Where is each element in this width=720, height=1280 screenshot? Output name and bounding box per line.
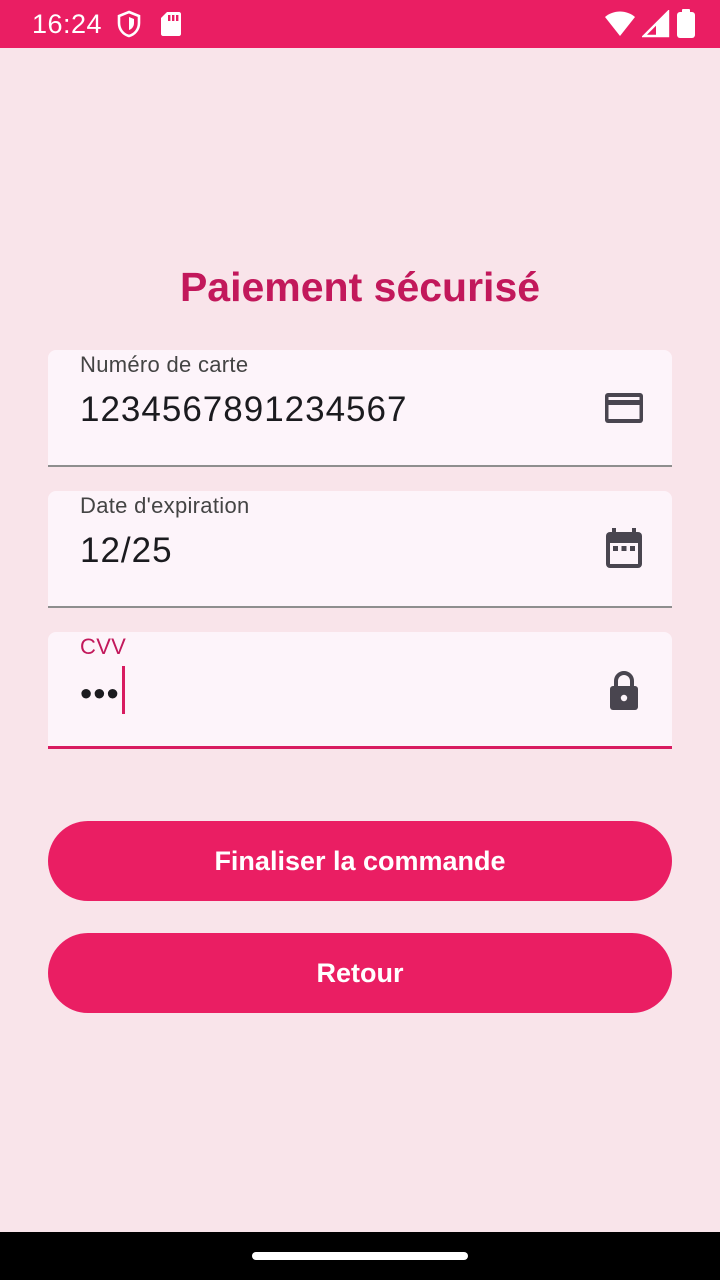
card-number-label: Numéro de carte bbox=[80, 352, 249, 377]
expiry-date-field[interactable]: Date d'expiration 12/25 bbox=[48, 491, 672, 608]
card-number-field[interactable]: Numéro de carte 1234567891234567 bbox=[48, 350, 672, 467]
home-gesture-handle[interactable] bbox=[252, 1252, 468, 1260]
cvv-masked-value: ••• bbox=[80, 674, 120, 714]
cvv-field[interactable]: CVV ••• bbox=[48, 632, 672, 749]
sd-card-icon bbox=[160, 11, 182, 37]
battery-icon bbox=[676, 9, 696, 39]
status-time: 16:24 bbox=[32, 8, 103, 39]
back-button[interactable]: Retour bbox=[48, 933, 672, 1013]
shield-icon bbox=[116, 10, 142, 38]
lock-icon bbox=[602, 668, 646, 712]
status-system-icons bbox=[604, 9, 696, 39]
calendar-icon bbox=[602, 527, 646, 571]
signal-icon bbox=[642, 10, 670, 38]
navigation-bar bbox=[0, 1232, 720, 1280]
cvv-input[interactable]: ••• bbox=[80, 666, 125, 720]
credit-card-icon bbox=[602, 386, 646, 430]
status-notification-icons bbox=[116, 10, 182, 38]
text-cursor bbox=[121, 666, 125, 714]
page-title: Paiement sécurisé bbox=[179, 264, 541, 310]
cvv-label: CVV bbox=[80, 634, 127, 659]
finalize-order-button[interactable]: Finaliser la commande bbox=[48, 821, 672, 901]
wifi-icon bbox=[604, 11, 636, 37]
expiry-date-label: Date d'expiration bbox=[80, 493, 250, 518]
card-number-input[interactable]: 1234567891234567 bbox=[80, 390, 407, 430]
status-bar: 16:24 bbox=[0, 0, 720, 48]
expiry-date-input[interactable]: 12/25 bbox=[80, 531, 173, 571]
